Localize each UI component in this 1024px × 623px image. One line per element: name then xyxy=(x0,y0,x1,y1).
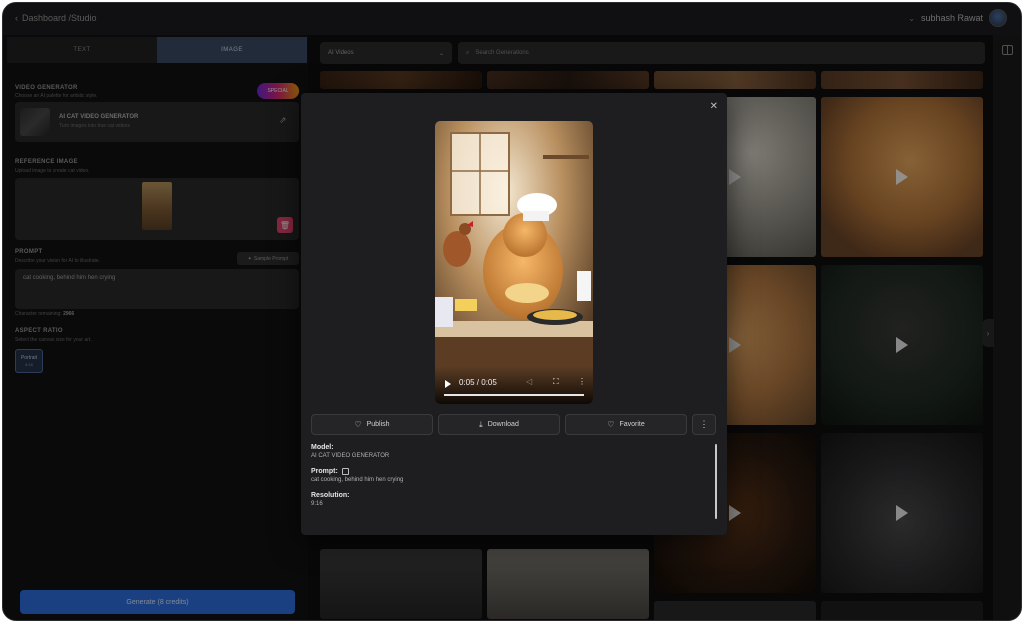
heart-icon: ♡ xyxy=(354,420,362,429)
video-progress-bar[interactable] xyxy=(444,394,584,396)
video-time: 0:05 / 0:05 xyxy=(459,378,497,387)
generation-details: Model: AI CAT VIDEO GENERATOR Prompt: ca… xyxy=(311,444,711,516)
more-vertical-icon: ⋮ xyxy=(699,419,709,429)
favorite-button[interactable]: ♡ Favorite xyxy=(565,414,687,435)
fullscreen-icon[interactable]: ⛶ xyxy=(553,377,559,387)
modal-actions: ♡ Publish ⤓ Download ♡ Favorite ⋮ xyxy=(311,414,716,435)
prompt-label-row: Prompt: xyxy=(311,468,711,475)
model-value: AI CAT VIDEO GENERATOR xyxy=(311,453,390,459)
download-button[interactable]: ⤓ Download xyxy=(438,414,560,435)
heart-icon: ♡ xyxy=(607,420,615,429)
video-player[interactable]: 0:05 / 0:05 ◁ ⛶ ⋮ xyxy=(435,121,593,404)
scrollbar[interactable] xyxy=(715,444,717,519)
download-label: Download xyxy=(487,421,519,428)
mute-icon[interactable]: ◁ xyxy=(526,377,532,386)
video-controls: 0:05 / 0:05 ◁ ⛶ ⋮ xyxy=(435,366,593,404)
copy-icon[interactable] xyxy=(341,468,349,475)
publish-button[interactable]: ♡ Publish xyxy=(311,414,433,435)
favorite-label: Favorite xyxy=(619,421,645,428)
play-icon[interactable] xyxy=(445,380,451,388)
more-options-button[interactable]: ⋮ xyxy=(692,414,716,435)
resolution-label: Resolution: xyxy=(311,492,350,499)
prompt-label: Prompt: xyxy=(311,468,338,475)
model-label: Model: xyxy=(311,444,334,451)
publish-label: Publish xyxy=(366,421,390,428)
app-window: ‹ Dashboard /Studio ⌄ subhash Rawat TEXT… xyxy=(2,2,1022,621)
video-frame-image xyxy=(435,121,593,404)
resolution-value: 9:16 xyxy=(311,501,323,507)
download-icon: ⤓ xyxy=(479,419,483,429)
prompt-value: cat cooking, behind him hen crying xyxy=(311,477,404,483)
close-icon[interactable]: ✕ xyxy=(710,102,718,112)
more-vertical-icon[interactable]: ⋮ xyxy=(578,377,586,386)
video-detail-modal: ✕ 0:05 / 0:05 ◁ ⛶ ⋮ ♡ Publish ⤓ Download… xyxy=(301,93,727,535)
